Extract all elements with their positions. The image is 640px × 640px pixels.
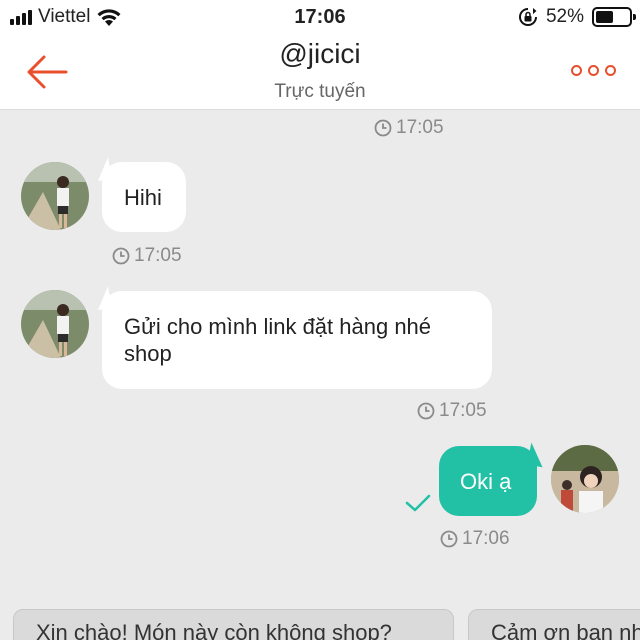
more-dots-icon [571, 65, 582, 76]
battery-fill [596, 11, 613, 23]
message-timestamp: 17:06 [440, 528, 510, 550]
online-status: Trực tuyến [274, 81, 366, 102]
quick-reply-chip[interactable]: Xin chào! Món này còn không shop? [13, 609, 454, 640]
clock-icon [374, 119, 392, 137]
user-avatar[interactable] [551, 445, 619, 513]
message-bubble-incoming: Gửi cho mình link đặt hàng nhé shop [102, 291, 492, 389]
status-right: 52% [518, 6, 636, 28]
contact-avatar[interactable] [21, 162, 89, 230]
status-bar: Viettel 17:06 52% [0, 0, 640, 36]
message-bubble-outgoing: Oki ạ [439, 446, 537, 516]
clock-icon [417, 402, 435, 420]
contact-avatar[interactable] [21, 290, 89, 358]
chat-title: @jicici [279, 38, 361, 69]
battery-icon [592, 7, 636, 27]
battery-percent: 52% [545, 6, 584, 27]
more-button[interactable] [571, 65, 616, 76]
clock-icon [112, 247, 130, 265]
clock-icon [440, 530, 458, 548]
chat-header: @jicici Trực tuyến [0, 36, 640, 110]
message-timestamp: 17:05 [112, 245, 182, 267]
message-timestamp: 17:05 [417, 400, 487, 422]
message-bubble-incoming: Hihi [102, 162, 186, 232]
checkmark-icon [405, 494, 431, 512]
message-timestamp: 17:05 [374, 117, 444, 139]
rotation-lock-icon [519, 8, 537, 26]
quick-reply-chip[interactable]: Cảm ơn bạn nhé [468, 609, 640, 640]
